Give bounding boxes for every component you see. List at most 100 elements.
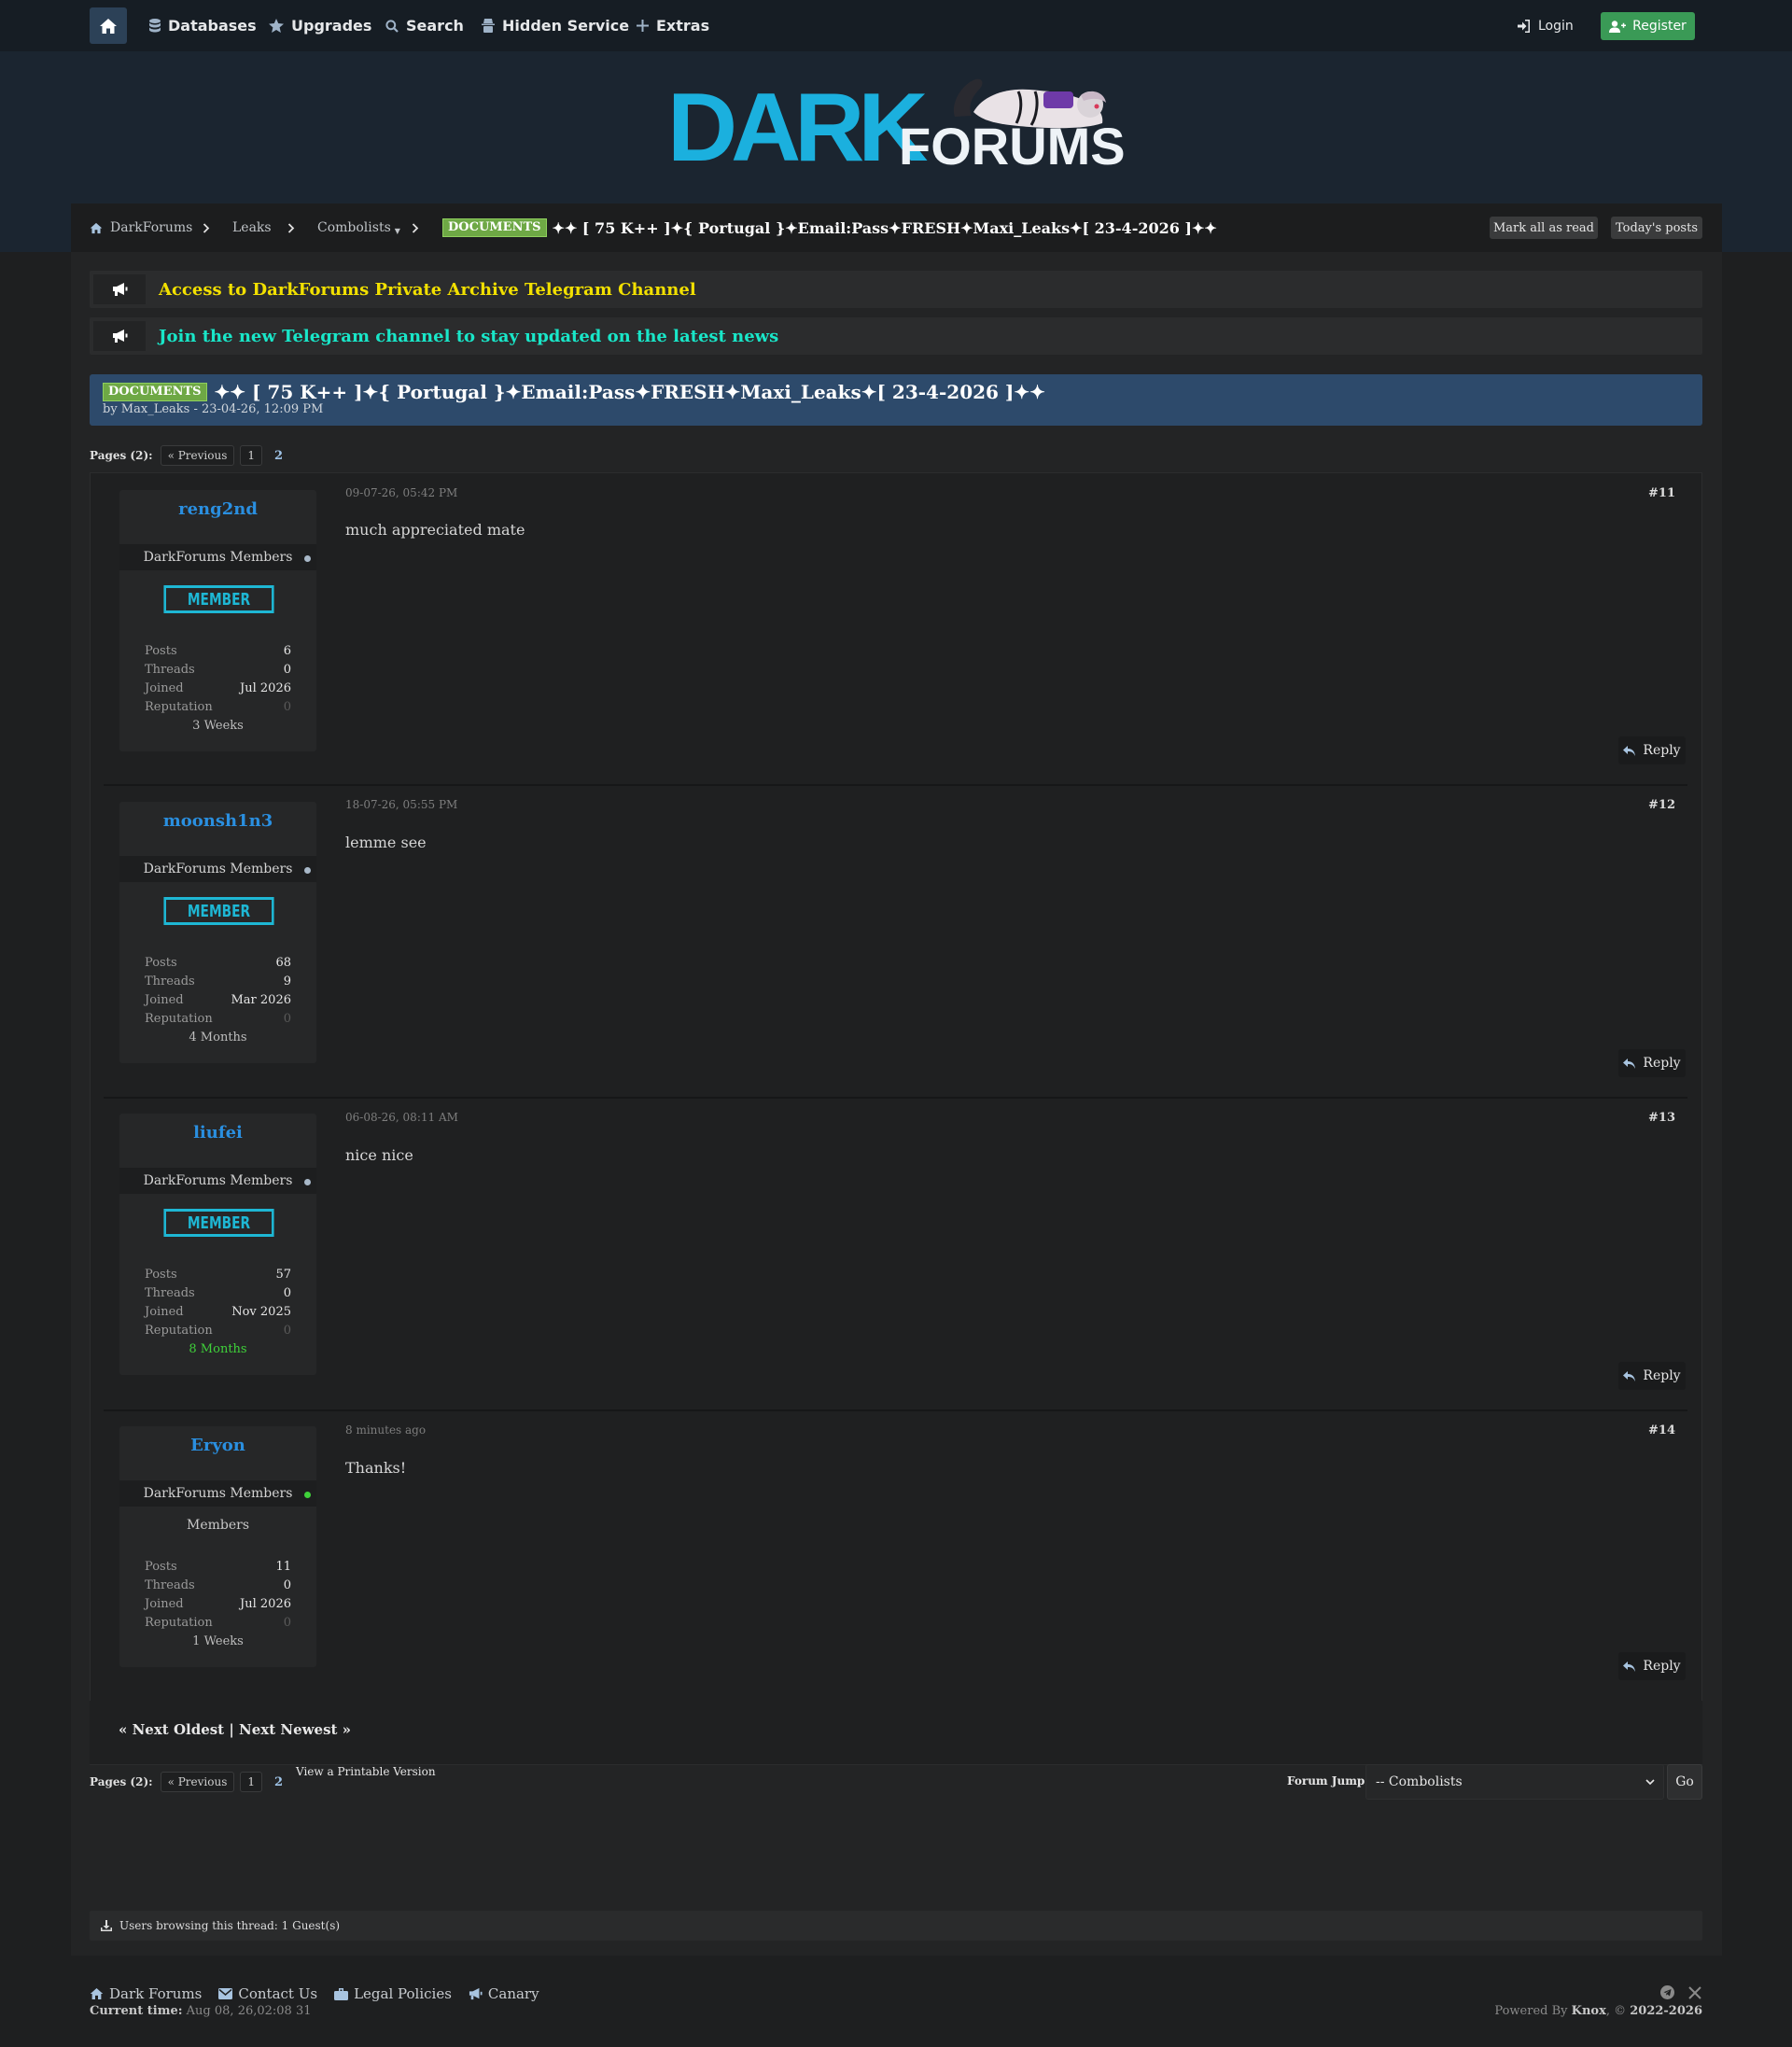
- powered-by: Powered By Knox, © 2022-2026: [1494, 2004, 1702, 2018]
- user-group: DarkForums Members: [119, 1168, 316, 1194]
- nav-extras[interactable]: Extras: [637, 0, 709, 51]
- member-tenure: 4 Months: [189, 1030, 247, 1045]
- printable-version-link[interactable]: View a Printable Version: [296, 1765, 436, 1778]
- footer-link-legal[interactable]: Legal Policies: [334, 1985, 452, 2002]
- post-number-link[interactable]: #11: [1648, 486, 1675, 500]
- current-time-label: Current time:: [90, 2004, 183, 2018]
- breadcrumb-leaks[interactable]: Leaks: [232, 203, 272, 252]
- login-label: Login: [1538, 18, 1574, 34]
- next-oldest-newest-links[interactable]: « Next Oldest | Next Newest »: [119, 1721, 351, 1738]
- stat-reputation[interactable]: 0: [284, 1616, 291, 1630]
- user-group-label: DarkForums Members: [143, 1486, 293, 1501]
- home-button[interactable]: [90, 7, 127, 44]
- user-group-label: DarkForums Members: [143, 1173, 293, 1188]
- user-stats: Posts 57 Threads 0 Joined Nov 2025 Reputati…: [145, 1265, 291, 1339]
- nav-label: Extras: [656, 17, 710, 35]
- author-card: liufei DarkForums Members MEMBER Posts 57…: [119, 1114, 316, 1375]
- powered-by-name[interactable]: Knox: [1572, 2004, 1606, 2018]
- stat-label: Reputation: [145, 1323, 213, 1338]
- mascot-figure-icon: [953, 78, 1106, 129]
- user-stats: Posts 6 Threads 0 Joined Jul 2026 Reputatio…: [145, 641, 291, 716]
- x-twitter-icon[interactable]: [1688, 1985, 1701, 2003]
- footer-link-canary[interactable]: Canary: [469, 1985, 539, 2002]
- member-tenure: 3 Weeks: [192, 718, 244, 733]
- site-logo[interactable]: DARK FORUMS: [667, 70, 1126, 182]
- reply-button[interactable]: Reply: [1618, 1362, 1686, 1390]
- reply-button[interactable]: Reply: [1618, 1049, 1686, 1077]
- pagination-label: Pages (2):: [90, 449, 153, 462]
- breadcrumb-label: DarkForums: [110, 220, 193, 235]
- logo-dark-text: DARK: [667, 74, 928, 182]
- member-rank-badge: MEMBER: [163, 585, 274, 613]
- envelope-icon: [218, 1988, 233, 1999]
- reply-button[interactable]: Reply: [1618, 1652, 1686, 1680]
- post-divider: [104, 1409, 1687, 1411]
- telegram-icon[interactable]: [1660, 1985, 1674, 2003]
- forum-jump-select[interactable]: -- Combolists: [1365, 1764, 1664, 1800]
- pagination-label: Pages (2):: [90, 1775, 153, 1788]
- dropdown-marker-icon: ▼: [394, 226, 400, 235]
- username-link[interactable]: moonsh1n3: [119, 811, 316, 831]
- breadcrumb-combolists[interactable]: Combolists ▼: [317, 203, 400, 252]
- offline-status-icon: [304, 1179, 311, 1185]
- chevron-right-icon: [412, 203, 419, 252]
- offline-status-icon: [304, 867, 311, 874]
- footer-link-contact[interactable]: Contact Us: [218, 1985, 317, 2002]
- breadcrumb-current: DOCUMENTS ✦✦ [ 75 K++ ]✦{ Portugal }✦Ema…: [442, 203, 1217, 252]
- username-link[interactable]: Eryon: [119, 1436, 316, 1455]
- author-card: reng2nd DarkForums Members MEMBER Posts 6…: [119, 490, 316, 751]
- post-divider: [104, 1097, 1687, 1099]
- page-current: 2: [274, 448, 284, 463]
- user-stats: Posts 68 Threads 9 Joined Mar 2026 Reputati…: [145, 953, 291, 1028]
- forum-jump-go-button[interactable]: Go: [1667, 1764, 1702, 1800]
- stat-reputation[interactable]: 0: [284, 1012, 291, 1026]
- breadcrumb-home[interactable]: DarkForums: [90, 203, 192, 252]
- post-number-link[interactable]: #13: [1648, 1111, 1675, 1125]
- previous-page-button[interactable]: « Previous: [160, 445, 235, 466]
- footer-link-dark-forums[interactable]: Dark Forums: [90, 1985, 202, 2002]
- previous-page-button[interactable]: « Previous: [160, 1772, 235, 1792]
- nav-search[interactable]: Search: [385, 0, 464, 51]
- reply-button[interactable]: Reply: [1618, 736, 1686, 764]
- stat-reputation[interactable]: 0: [284, 1324, 291, 1338]
- stat-posts: 57: [275, 1267, 291, 1282]
- register-button[interactable]: Register: [1601, 12, 1695, 40]
- stat-joined: Nov 2025: [231, 1304, 291, 1319]
- plus-icon: [637, 20, 649, 32]
- thread-title-text: ✦✦ [ 75 K++ ]✦{ Portugal }✦Email:Pass✦FR…: [214, 381, 1045, 403]
- login-link[interactable]: Login: [1517, 0, 1574, 51]
- footer-links: Dark Forums Contact Us Legal Policies Ca…: [90, 1984, 539, 2003]
- stat-reputation[interactable]: 0: [284, 700, 291, 714]
- footer-link-label: Canary: [487, 1985, 539, 2002]
- nav-hidden-service[interactable]: Hidden Service: [482, 0, 629, 51]
- page-link[interactable]: 1: [240, 1772, 263, 1792]
- announcement-telegram-archive[interactable]: Access to DarkForums Private Archive Tel…: [90, 271, 1702, 308]
- user-group: DarkForums Members: [119, 544, 316, 570]
- register-label: Register: [1632, 19, 1687, 34]
- user-group: DarkForums Members: [119, 1480, 316, 1507]
- member-tenure: 8 Months: [189, 1341, 247, 1356]
- pagination-top: Pages (2): « Previous 1 2: [90, 445, 289, 466]
- database-icon: [149, 19, 161, 33]
- nav-databases[interactable]: Databases: [149, 0, 257, 51]
- nav-upgrades[interactable]: Upgrades: [269, 0, 371, 51]
- stat-label: Threads: [145, 1285, 195, 1300]
- todays-posts-button[interactable]: Today's posts: [1611, 217, 1702, 239]
- stat-label: Posts: [145, 643, 177, 658]
- megaphone-icon: [93, 321, 146, 351]
- post-number-link[interactable]: #14: [1648, 1423, 1675, 1437]
- user-group: DarkForums Members: [119, 856, 316, 882]
- chevron-down-icon: [1645, 1779, 1655, 1786]
- footer-link-label: Contact Us: [238, 1985, 318, 2002]
- stat-posts: 6: [283, 643, 291, 658]
- reply-label: Reply: [1643, 1056, 1681, 1071]
- username-link[interactable]: liufei: [119, 1123, 316, 1143]
- reply-icon: [1623, 1058, 1636, 1069]
- post-number-link[interactable]: #12: [1648, 798, 1675, 812]
- mark-all-read-button[interactable]: Mark all as read: [1490, 217, 1598, 239]
- thread-prefix-badge: DOCUMENTS: [442, 218, 547, 237]
- page-link[interactable]: 1: [240, 445, 263, 466]
- announcement-telegram-news[interactable]: Join the new Telegram channel to stay up…: [90, 317, 1702, 355]
- stat-label: Joined: [145, 1596, 184, 1611]
- username-link[interactable]: reng2nd: [119, 499, 316, 519]
